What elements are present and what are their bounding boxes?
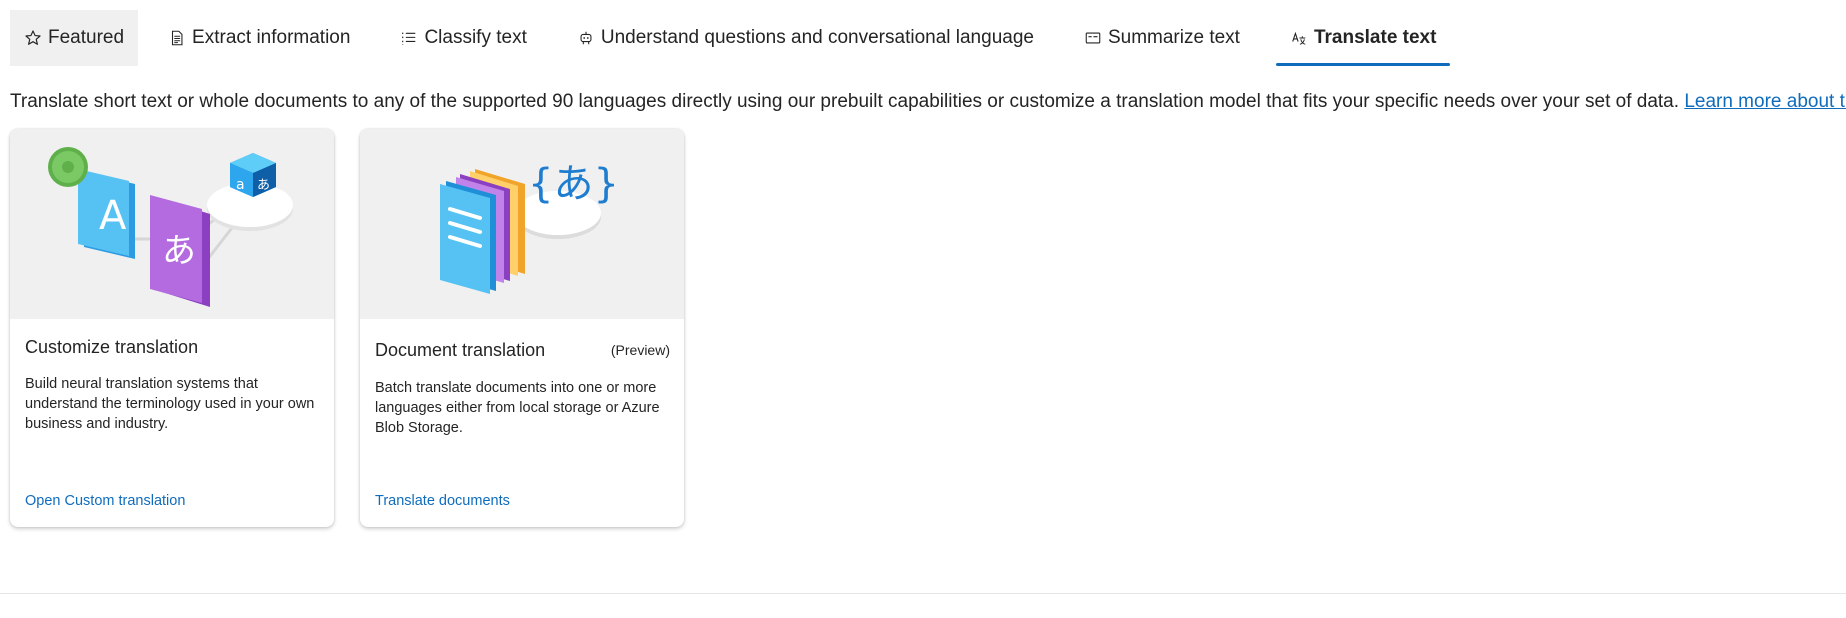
card-title: Customize translation (25, 337, 199, 357)
tab-understand-questions[interactable]: Understand questions and conversational … (563, 10, 1048, 66)
document-icon (172, 30, 183, 46)
learn-more-link[interactable]: Learn more about translation. (1684, 91, 1846, 112)
translation-illustration: A あ a あ (48, 147, 293, 307)
bot-icon (580, 31, 592, 45)
tab-label: Summarize text (1107, 27, 1240, 48)
preview-badge: (Preview) (610, 342, 670, 358)
tab-label: Featured (48, 27, 125, 48)
cube-ja-glyph: あ (257, 178, 270, 193)
card-title: Document translation (375, 340, 546, 360)
tab-featured[interactable]: Featured (10, 10, 139, 66)
bottom-divider (0, 593, 1846, 594)
letter-ja-glyph: あ (162, 231, 196, 271)
cube-a-glyph: a (236, 177, 245, 193)
list-icon (402, 32, 416, 45)
tab-label: Extract information (192, 27, 351, 48)
tab-extract-information[interactable]: Extract information (154, 10, 364, 66)
tab-label: Understand questions and conversational … (600, 27, 1034, 48)
card-illustration: {あ} (360, 129, 684, 319)
star-icon (25, 30, 41, 45)
translate-icon (1292, 31, 1306, 45)
open-custom-translation-link[interactable]: Open Custom translation (25, 493, 185, 509)
summary-icon (1085, 32, 1101, 44)
tab-translate-text[interactable]: Translate text (1275, 10, 1451, 66)
translate-documents-link[interactable]: Translate documents (375, 493, 510, 509)
card-description: Batch translate documents into one or mo… (375, 380, 660, 436)
braces-ja-glyph: {あ} (528, 161, 619, 207)
page-description: Translate short text or whole documents … (10, 91, 1846, 113)
tab-bar: Featured Extract information Classify te… (10, 10, 1450, 66)
card-description: Build neural translation systems that un… (25, 376, 315, 432)
documents-illustration: {あ} (440, 161, 619, 294)
letter-a-glyph: A (99, 193, 127, 239)
tab-summarize-text[interactable]: Summarize text (1070, 10, 1254, 66)
description-text: Translate short text or whole documents … (10, 91, 1680, 112)
customize-translation-card[interactable]: A あ a あ Customize translation Build neur… (10, 129, 334, 527)
card-illustration: A あ a あ (10, 129, 334, 319)
document-translation-card[interactable]: {あ} Document translation (Preview) Batch… (360, 129, 684, 527)
tab-label: Classify text (424, 27, 527, 48)
tab-classify-text[interactable]: Classify text (386, 10, 540, 66)
tab-label: Translate text (1313, 27, 1437, 48)
